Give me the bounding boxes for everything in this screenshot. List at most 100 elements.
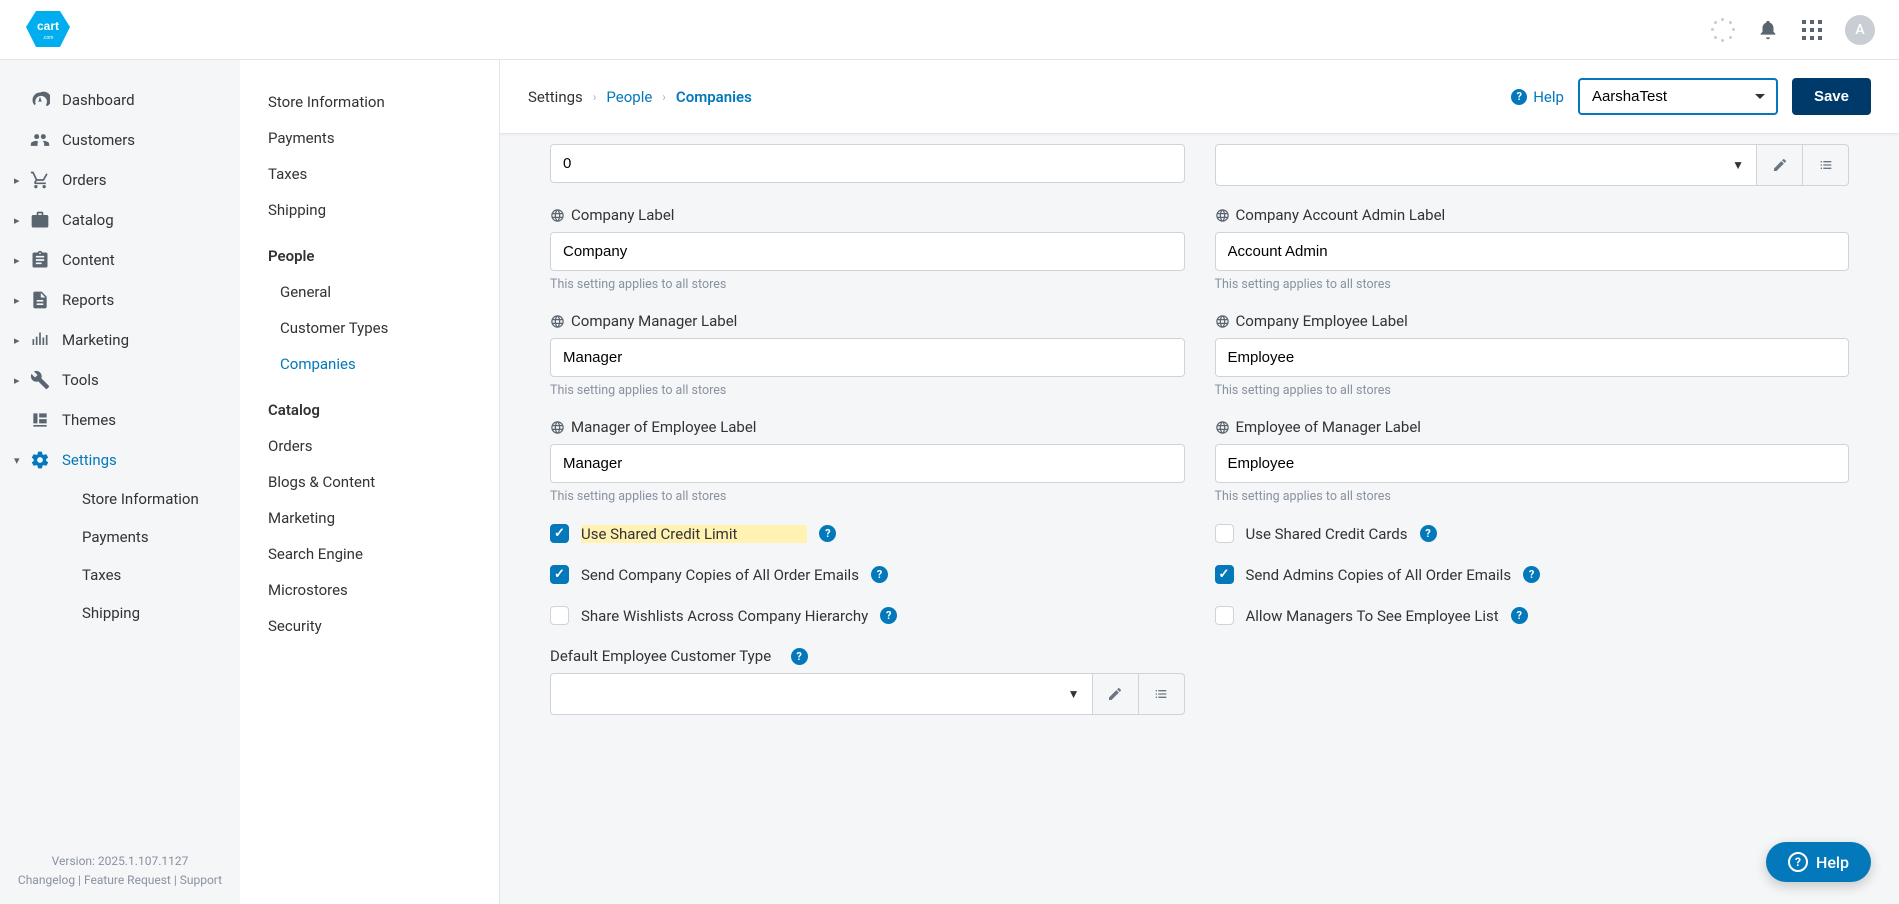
palette-icon [30,410,50,430]
sub-catalog[interactable]: Catalog [240,392,499,428]
nav-marketing[interactable]: Marketing [0,320,240,360]
apps-grid-icon[interactable] [1801,19,1823,41]
nav-label: Tools [62,371,99,389]
settings-sub-sidebar: Store Information Payments Taxes Shippin… [240,60,500,904]
subnav-shipping[interactable]: Shipping [0,594,240,632]
shared-credit-cards-checkbox[interactable] [1215,524,1234,543]
cart-icon [30,170,50,190]
sub-taxes[interactable]: Taxes [240,156,499,192]
default-employee-type-dropdown[interactable]: ▼ [550,673,1093,715]
dropdown-field[interactable]: ▼ [1215,144,1758,186]
nav-label: Marketing [62,331,129,349]
help-link[interactable]: ? Help [1511,88,1564,106]
crumb-people[interactable]: People [606,88,652,106]
nav-label: Reports [62,291,114,309]
nav-label: Customers [62,131,135,149]
list-button[interactable] [1803,144,1849,186]
gear-icon [30,450,50,470]
helper-text: This setting applies to all stores [1215,277,1850,292]
sub-search-engine[interactable]: Search Engine [240,536,499,572]
footer-links[interactable]: Changelog | Feature Request | Support [18,873,222,887]
sub-security[interactable]: Security [240,608,499,644]
helper-text: This setting applies to all stores [1215,489,1850,504]
manager-label-input[interactable] [550,338,1185,377]
store-selector[interactable]: AarshaTest [1578,78,1778,115]
sub-customer-types[interactable]: Customer Types [240,310,499,346]
help-tooltip-icon[interactable]: ? [1420,525,1437,542]
sub-blogs[interactable]: Blogs & Content [240,464,499,500]
checkbox-label: Use Shared Credit Cards [1246,525,1408,543]
wrench-icon [30,370,50,390]
allow-managers-checkbox[interactable] [1215,606,1234,625]
nav-content[interactable]: Content [0,240,240,280]
clipboard-icon [30,250,50,270]
nav-label: Settings [62,451,117,469]
field-label: Company Account Admin Label [1236,206,1446,224]
nav-tools[interactable]: Tools [0,360,240,400]
globe-icon [550,420,565,435]
nav-label: Dashboard [62,91,135,109]
floating-help-button[interactable]: ? Help [1766,842,1871,882]
cart-logo[interactable]: cart.com [24,9,72,51]
helper-text: This setting applies to all stores [550,277,1185,292]
manager-of-employee-input[interactable] [550,444,1185,483]
sub-orders[interactable]: Orders [240,428,499,464]
chevron-right-icon: › [662,90,666,104]
help-tooltip-icon[interactable]: ? [1511,607,1528,624]
checkbox-label: Send Admins Copies of All Order Emails [1246,566,1512,584]
help-tooltip-icon[interactable]: ? [791,648,808,665]
breadcrumb: Settings › People › Companies [528,88,752,106]
subnav-store-information[interactable]: Store Information [0,480,240,518]
help-tooltip-icon[interactable]: ? [1523,566,1540,583]
nav-settings[interactable]: Settings [0,440,240,480]
nav-catalog[interactable]: Catalog [0,200,240,240]
checkbox-label: Share Wishlists Across Company Hierarchy [581,607,868,625]
share-wishlists-checkbox[interactable] [550,606,569,625]
user-avatar[interactable]: A [1845,15,1875,45]
help-tooltip-icon[interactable]: ? [819,525,836,542]
content-header: Settings › People › Companies ? Help Aar… [500,60,1899,134]
save-button[interactable]: Save [1792,78,1871,115]
nav-reports[interactable]: Reports [0,280,240,320]
list-button[interactable] [1139,673,1185,715]
nav-themes[interactable]: Themes [0,400,240,440]
sub-store-information[interactable]: Store Information [240,84,499,120]
helper-text: This setting applies to all stores [550,489,1185,504]
help-label: Help [1533,88,1564,106]
caret-down-icon: ▼ [1732,158,1744,172]
company-copies-checkbox[interactable] [550,565,569,584]
company-label-input[interactable] [550,232,1185,271]
globe-icon [1215,208,1230,223]
notifications-bell-icon[interactable] [1757,19,1779,41]
admin-copies-checkbox[interactable] [1215,565,1234,584]
account-admin-label-input[interactable] [1215,232,1850,271]
help-tooltip-icon[interactable]: ? [880,607,897,624]
people-icon [30,130,50,150]
sub-general[interactable]: General [240,274,499,310]
checkbox-label: Send Company Copies of All Order Emails [581,566,859,584]
helper-text: This setting applies to all stores [1215,383,1850,398]
sub-shipping[interactable]: Shipping [240,192,499,228]
sub-companies[interactable]: Companies [240,346,499,382]
help-circle-icon: ? [1788,852,1808,872]
subnav-payments[interactable]: Payments [0,518,240,556]
field-label: Company Label [571,206,674,224]
employee-of-manager-input[interactable] [1215,444,1850,483]
nav-dashboard[interactable]: Dashboard [0,80,240,120]
help-tooltip-icon[interactable]: ? [871,566,888,583]
subnav-taxes[interactable]: Taxes [0,556,240,594]
nav-customers[interactable]: Customers [0,120,240,160]
sub-microstores[interactable]: Microstores [240,572,499,608]
sub-payments[interactable]: Payments [240,120,499,156]
svg-text:cart: cart [37,19,59,33]
sub-marketing[interactable]: Marketing [240,500,499,536]
edit-button[interactable] [1757,144,1803,186]
nav-label: Themes [62,411,116,429]
employee-label-input[interactable] [1215,338,1850,377]
numeric-input[interactable] [550,144,1185,183]
nav-orders[interactable]: Orders [0,160,240,200]
shared-credit-limit-checkbox[interactable] [550,524,569,543]
topbar: cart.com A [0,0,1899,60]
edit-button[interactable] [1093,673,1139,715]
sub-people[interactable]: People [240,238,499,274]
